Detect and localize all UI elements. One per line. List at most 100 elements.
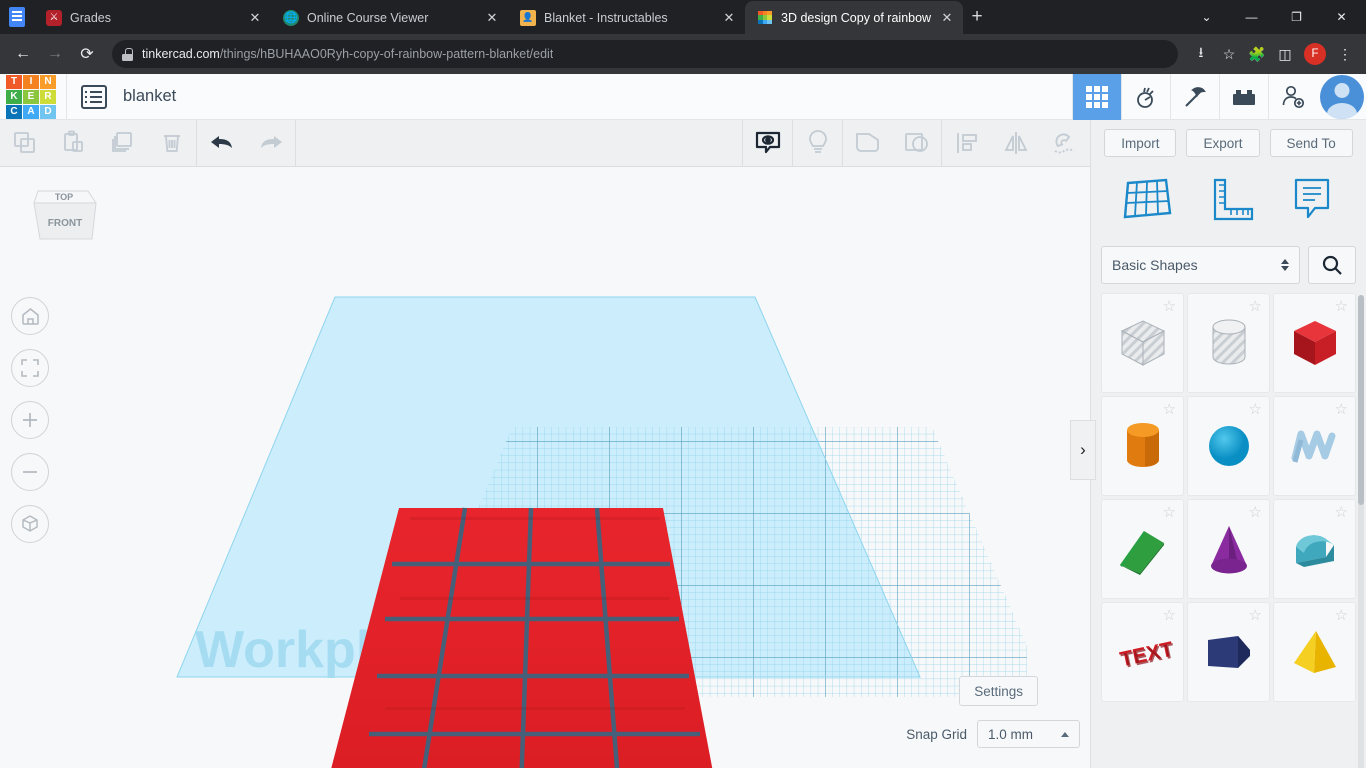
lightbulb-hint-icon[interactable]	[793, 120, 842, 167]
copy-icon[interactable]	[0, 120, 49, 167]
chrome-menu-icon[interactable]: ⋮	[1332, 41, 1358, 67]
panel-scrollbar[interactable]	[1358, 295, 1364, 768]
group-icon[interactable]	[843, 120, 892, 167]
favorite-star-icon[interactable]: ☆	[1163, 608, 1176, 623]
extensions-puzzle-icon[interactable]: 🧩	[1244, 41, 1270, 67]
tab-close-button[interactable]: ✕	[721, 10, 737, 26]
shape-tile-box-red[interactable]: ☆	[1273, 293, 1356, 393]
lego-brick-icon[interactable]	[1219, 74, 1268, 120]
workplane-canvas[interactable]: Workplane	[0, 167, 1090, 768]
address-bar[interactable]: tinkercad.com/things/hBUHAAO0Ryh-copy-of…	[112, 40, 1178, 68]
ruler-icon[interactable]	[1203, 175, 1257, 230]
3d-viewport[interactable]: Workplane	[0, 167, 1090, 768]
snap-grid-label: Snap Grid	[906, 727, 967, 742]
shape-tile-roof-teal[interactable]: ☆	[1273, 499, 1356, 599]
delete-trash-icon[interactable]	[147, 120, 196, 167]
paste-icon[interactable]	[49, 120, 98, 167]
snap-grid-select[interactable]: 1.0 mm	[977, 720, 1080, 748]
shape-library-select[interactable]: Basic Shapes	[1101, 246, 1300, 284]
shape-tile-box-hole[interactable]: ☆	[1101, 293, 1184, 393]
zoom-in-button[interactable]	[11, 401, 49, 439]
tab-close-button[interactable]: ✕	[247, 10, 263, 26]
codeblocks-icon[interactable]	[1121, 74, 1170, 120]
logo-tile-a: A	[23, 105, 39, 119]
shape-tile-scribble-blue[interactable]: ☆	[1273, 396, 1356, 496]
forward-button[interactable]: →	[40, 39, 70, 69]
back-button[interactable]: ←	[8, 39, 38, 69]
profile-avatar[interactable]: F	[1304, 43, 1326, 65]
export-button[interactable]: Export	[1186, 129, 1259, 157]
ortho-perspective-toggle[interactable]	[11, 505, 49, 543]
header-tools	[1072, 74, 1366, 120]
new-tab-button[interactable]: +	[963, 3, 991, 31]
magnet-snap-icon[interactable]	[1040, 120, 1089, 167]
window-close-button[interactable]: ✕	[1319, 1, 1364, 33]
window-minimize-button[interactable]: —	[1229, 1, 1274, 33]
shape-tile-cylinder-hole[interactable]: ☆	[1187, 293, 1270, 393]
undo-icon[interactable]	[197, 120, 246, 167]
home-view-button[interactable]	[11, 297, 49, 335]
zoom-out-button[interactable]	[11, 453, 49, 491]
designs-grid-icon[interactable]	[1072, 74, 1121, 120]
favorite-star-icon[interactable]: ☆	[1335, 608, 1348, 623]
grades-icon: ⚔	[46, 10, 62, 26]
shape-tile-wedge-green[interactable]: ☆	[1101, 499, 1184, 599]
favorite-star-icon[interactable]: ☆	[1249, 299, 1262, 314]
shapes-grid: ☆ ☆ ☆	[1091, 293, 1366, 768]
shape-tile-sphere-blue[interactable]: ☆	[1187, 396, 1270, 496]
side-panel-icon[interactable]: ◫	[1272, 41, 1298, 67]
duplicate-icon[interactable]	[98, 120, 147, 167]
shape-tile-cone-purple[interactable]: ☆	[1187, 499, 1270, 599]
viewcube-front-label: FRONT	[48, 218, 82, 229]
favorite-star-icon[interactable]: ☆	[1163, 299, 1176, 314]
tab-search-chevron-icon[interactable]: ⌄	[1184, 1, 1229, 33]
align-icon[interactable]	[942, 120, 991, 167]
pickaxe-minecraft-icon[interactable]	[1170, 74, 1219, 120]
favorite-star-icon[interactable]: ☆	[1249, 402, 1262, 417]
view-cube[interactable]: TOP FRONT	[26, 181, 102, 251]
send-to-button[interactable]: Send To	[1270, 129, 1353, 157]
tab-close-button[interactable]: ✕	[939, 10, 955, 26]
viewcube-top-label: TOP	[55, 192, 73, 202]
notes-icon[interactable]	[1286, 175, 1338, 230]
tinkercad-header: T I N K E R C A D blanket	[0, 74, 1366, 120]
favorite-star-icon[interactable]: ☆	[1335, 299, 1348, 314]
panel-collapse-toggle[interactable]: ›	[1070, 420, 1096, 480]
page-title[interactable]: blanket	[123, 87, 176, 106]
user-avatar-wrap[interactable]	[1317, 74, 1366, 120]
redo-icon[interactable]	[246, 120, 295, 167]
import-button[interactable]: Import	[1104, 129, 1176, 157]
panel-scroll-thumb[interactable]	[1358, 295, 1364, 505]
settings-button[interactable]: Settings	[959, 676, 1038, 706]
browser-tab-online-course-viewer[interactable]: 🌐 Online Course Viewer ✕	[271, 1, 508, 34]
favorite-star-icon[interactable]: ☆	[1249, 608, 1262, 623]
shape-tile-pyramid-yellow[interactable]: ☆	[1273, 602, 1356, 702]
favorite-star-icon[interactable]: ☆	[1163, 402, 1176, 417]
reload-button[interactable]: ⟳	[72, 39, 102, 69]
shape-tile-polygon-navy[interactable]: ☆	[1187, 602, 1270, 702]
favorite-star-icon[interactable]: ☆	[1249, 505, 1262, 520]
favorite-star-icon[interactable]: ☆	[1335, 505, 1348, 520]
bookmark-star-icon[interactable]: ☆	[1216, 41, 1242, 67]
shape-tile-text-red[interactable]: ☆ TEXT TEXT	[1101, 602, 1184, 702]
show-hide-eye-icon[interactable]	[743, 120, 792, 167]
fit-to-view-button[interactable]	[11, 349, 49, 387]
tinkercad-logo[interactable]: T I N K E R C A D	[6, 75, 56, 119]
browser-tab-3d-design[interactable]: 3D design Copy of rainbow patte ✕	[745, 1, 963, 34]
favorite-star-icon[interactable]: ☆	[1163, 505, 1176, 520]
mirror-flip-icon[interactable]	[991, 120, 1040, 167]
install-icon[interactable]: ⭳	[1188, 41, 1214, 67]
browser-tab-blanket-instructables[interactable]: 👤 Blanket - Instructables ✕	[508, 1, 745, 34]
workplane-grid-icon[interactable]	[1120, 175, 1174, 230]
caret-up-icon	[1061, 732, 1069, 737]
window-maximize-button[interactable]: ❐	[1274, 1, 1319, 33]
favorite-star-icon[interactable]: ☆	[1335, 402, 1348, 417]
add-person-icon[interactable]	[1268, 74, 1317, 120]
avatar[interactable]	[1320, 75, 1364, 119]
browser-tab-grades[interactable]: ⚔ Grades ✕	[34, 1, 271, 34]
search-icon[interactable]	[1308, 246, 1356, 284]
shape-tile-cylinder-orange[interactable]: ☆	[1101, 396, 1184, 496]
ungroup-icon[interactable]	[892, 120, 941, 167]
tab-close-button[interactable]: ✕	[484, 10, 500, 26]
project-list-icon[interactable]	[81, 85, 107, 109]
